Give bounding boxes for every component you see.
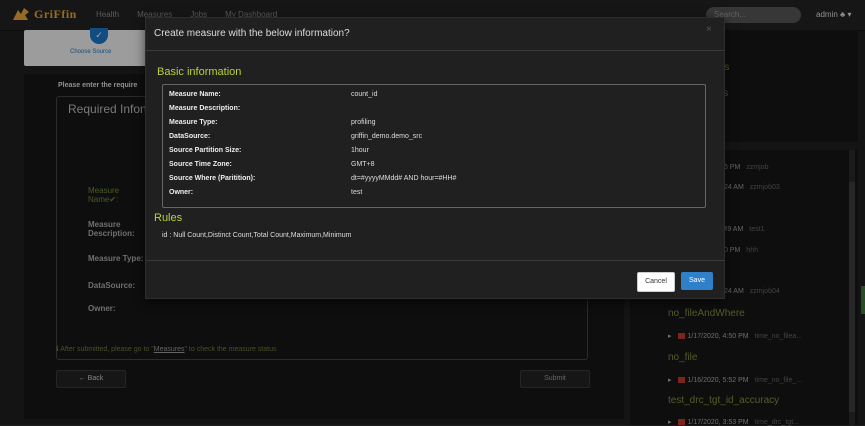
info-key: Owner: [169,189,194,196]
close-icon[interactable]: × [706,24,712,35]
dialog-title: Create measure with the below informatio… [154,28,350,39]
dialog-footer: Cancel Save [146,260,724,299]
info-value: count_id [351,91,378,98]
dialog-header: Create measure with the below informatio… [146,18,724,51]
info-row: Measure Type: profiling [169,119,699,131]
info-key: Source Where (Paritition): [169,175,256,182]
info-value: 1hour [351,147,369,154]
info-key: Source Partition Size: [169,147,242,154]
info-value: profiling [351,119,376,126]
info-value: griffin_demo.demo_src [351,133,423,140]
info-value: dt=#yyyyMMdd# AND hour=#HH# [351,175,457,182]
basic-information-heading: Basic information [157,66,242,78]
info-value: test [351,189,363,196]
info-row: Source Time Zone: GMT+8 [169,161,699,173]
rules-text: id : Null Count,Distinct Count,Total Cou… [162,232,352,239]
info-key: Measure Name: [169,91,221,98]
info-row: Source Partition Size: 1hour [169,147,699,159]
rules-heading: Rules [154,212,183,224]
info-value: GMT+8 [351,161,375,168]
info-row: Owner: test [169,189,699,201]
info-key: Measure Description: [169,105,241,112]
info-key: Source Time Zone: [169,161,232,168]
basic-information-box: Measure Name: count_id Measure Descriptio… [162,84,706,208]
save-button[interactable]: Save [681,272,713,290]
info-row: Measure Description: [169,105,699,117]
info-key: DataSource: [169,133,211,140]
info-row: DataSource: griffin_demo.demo_src [169,133,699,145]
info-row: Source Where (Paritition): dt=#yyyyMMdd# … [169,175,699,187]
cancel-button[interactable]: Cancel [637,272,675,292]
confirm-measure-dialog: Create measure with the below informatio… [145,17,725,299]
info-key: Measure Type: [169,119,218,126]
info-row: Measure Name: count_id [169,91,699,103]
